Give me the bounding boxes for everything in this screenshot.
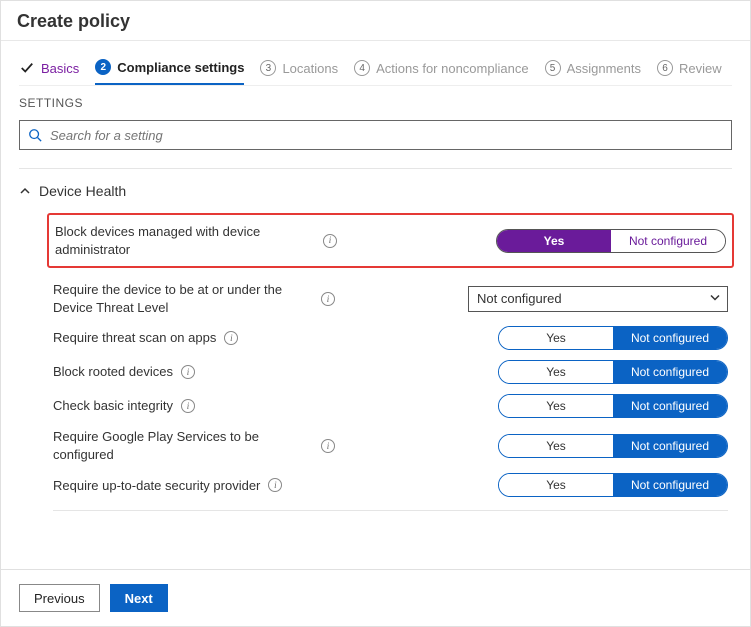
page-title: Create policy	[1, 1, 750, 41]
select-threat-level[interactable]: Not configured	[468, 286, 728, 312]
toggle-security-provider[interactable]: Yes Not configured	[498, 473, 728, 497]
info-icon[interactable]: i	[224, 331, 238, 345]
next-button[interactable]: Next	[110, 584, 168, 612]
previous-button[interactable]: Previous	[19, 584, 100, 612]
toggle-option-notconfigured[interactable]: Not configured	[613, 395, 727, 417]
row-label: Require Google Play Services to be confi…	[53, 428, 353, 463]
step-label: Basics	[41, 61, 79, 76]
row-control: Yes Not configured	[468, 434, 728, 458]
step-review[interactable]: 6 Review	[657, 54, 722, 84]
row-label: Block rooted devices i	[53, 363, 353, 381]
toggle-block-device-admin[interactable]: Yes Not configured	[496, 229, 726, 253]
row-threat-scan-apps: Require threat scan on apps i Yes Not co…	[53, 321, 728, 355]
toggle-option-notconfigured[interactable]: Not configured	[613, 435, 727, 457]
page: Create policy Basics 2 Compliance settin…	[0, 0, 751, 627]
toggle-threat-scan[interactable]: Yes Not configured	[498, 326, 728, 350]
row-label: Require threat scan on apps i	[53, 329, 353, 347]
step-actions-noncompliance[interactable]: 4 Actions for noncompliance	[354, 54, 528, 84]
toggle-option-notconfigured[interactable]: Not configured	[613, 361, 727, 383]
row-label-text: Require threat scan on apps	[53, 329, 216, 347]
row-label-text: Block rooted devices	[53, 363, 173, 381]
row-control: Yes Not configured	[468, 360, 728, 384]
toggle-option-yes[interactable]: Yes	[497, 230, 611, 252]
row-block-rooted: Block rooted devices i Yes Not configure…	[53, 355, 728, 389]
divider	[53, 510, 728, 511]
row-label: Check basic integrity i	[53, 397, 353, 415]
row-label-text: Check basic integrity	[53, 397, 173, 415]
row-control: Yes Not configured	[468, 326, 728, 350]
step-locations[interactable]: 3 Locations	[260, 54, 338, 84]
toggle-option-yes[interactable]: Yes	[499, 435, 613, 457]
select-value: Not configured	[477, 291, 562, 306]
toggle-block-rooted[interactable]: Yes Not configured	[498, 360, 728, 384]
step-compliance-settings[interactable]: 2 Compliance settings	[95, 53, 244, 85]
row-control: Not configured	[468, 286, 728, 312]
step-label: Actions for noncompliance	[376, 61, 528, 76]
info-icon[interactable]: i	[268, 478, 282, 492]
step-label: Assignments	[567, 61, 641, 76]
settings-heading: SETTINGS	[19, 96, 732, 110]
chevron-down-icon	[709, 291, 721, 306]
toggle-option-notconfigured[interactable]: Not configured	[611, 230, 725, 252]
toggle-option-yes[interactable]: Yes	[499, 361, 613, 383]
step-number-icon: 6	[657, 60, 673, 76]
toggle-option-yes[interactable]: Yes	[499, 327, 613, 349]
info-icon[interactable]: i	[181, 365, 195, 379]
toggle-google-play[interactable]: Yes Not configured	[498, 434, 728, 458]
divider	[19, 168, 732, 169]
info-icon[interactable]: i	[181, 399, 195, 413]
wizard-steps: Basics 2 Compliance settings 3 Locations…	[19, 53, 732, 86]
toggle-basic-integrity[interactable]: Yes Not configured	[498, 394, 728, 418]
row-security-provider: Require up-to-date security provider i Y…	[53, 468, 728, 502]
chevron-up-icon	[19, 185, 31, 197]
row-basic-integrity: Check basic integrity i Yes Not configur…	[53, 389, 728, 423]
step-label: Locations	[282, 61, 338, 76]
section-toggle[interactable]: Device Health	[19, 183, 732, 199]
row-label: Require the device to be at or under the…	[53, 281, 353, 316]
search-input[interactable]	[48, 127, 723, 144]
row-label-text: Require Google Play Services to be confi…	[53, 428, 313, 463]
search-icon	[28, 128, 42, 142]
toggle-option-notconfigured[interactable]: Not configured	[613, 327, 727, 349]
row-device-threat-level: Require the device to be at or under the…	[53, 276, 728, 321]
section-rows: Block devices managed with device admini…	[19, 213, 732, 511]
row-control: Yes Not configured	[466, 229, 726, 253]
row-label-text: Block devices managed with device admini…	[55, 223, 315, 258]
step-number-icon: 3	[260, 60, 276, 76]
step-basics[interactable]: Basics	[19, 54, 79, 84]
row-label-text: Require the device to be at or under the…	[53, 281, 313, 316]
step-assignments[interactable]: 5 Assignments	[545, 54, 641, 84]
wizard-footer: Previous Next	[1, 569, 750, 626]
info-icon[interactable]: i	[321, 439, 335, 453]
toggle-option-yes[interactable]: Yes	[499, 395, 613, 417]
section-title: Device Health	[39, 183, 126, 199]
toggle-option-notconfigured[interactable]: Not configured	[613, 474, 727, 496]
step-label: Review	[679, 61, 722, 76]
step-number-icon: 5	[545, 60, 561, 76]
step-number-icon: 4	[354, 60, 370, 76]
search-box[interactable]	[19, 120, 732, 150]
info-icon[interactable]: i	[323, 234, 337, 248]
info-icon[interactable]: i	[321, 292, 335, 306]
row-block-device-admin: Block devices managed with device admini…	[47, 213, 734, 268]
checkmark-icon	[19, 60, 35, 76]
step-label: Compliance settings	[117, 60, 244, 75]
step-number-icon: 2	[95, 59, 111, 75]
row-label: Block devices managed with device admini…	[55, 223, 355, 258]
row-control: Yes Not configured	[468, 394, 728, 418]
content-area: Basics 2 Compliance settings 3 Locations…	[1, 41, 750, 566]
section-device-health: Device Health Block devices managed with…	[19, 183, 732, 511]
row-label-text: Require up-to-date security provider	[53, 477, 260, 495]
row-google-play-services: Require Google Play Services to be confi…	[53, 423, 728, 468]
row-label: Require up-to-date security provider i	[53, 477, 353, 495]
toggle-option-yes[interactable]: Yes	[499, 474, 613, 496]
row-control: Yes Not configured	[468, 473, 728, 497]
